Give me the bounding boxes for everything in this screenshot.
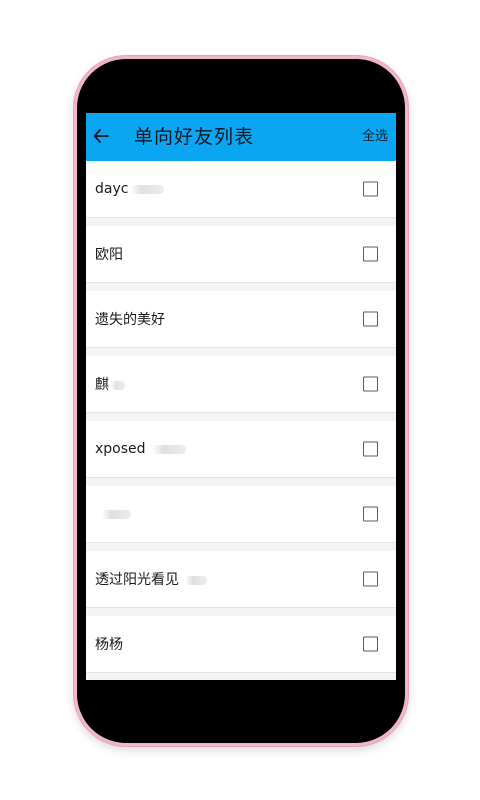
select-all-button[interactable]: 全选: [362, 129, 388, 145]
friend-name: dayc: [95, 181, 165, 197]
checkbox-unchecked-icon[interactable]: [363, 311, 378, 327]
friend-name: [95, 506, 131, 522]
checkbox-unchecked-icon[interactable]: [363, 506, 378, 522]
friend-name: 麒: [95, 374, 125, 394]
list-item[interactable]: 遗失的美好: [86, 291, 396, 348]
checkbox-unchecked-icon[interactable]: [363, 246, 378, 262]
checkbox-unchecked-icon[interactable]: [363, 441, 378, 457]
app-screen: 单向好友列表 全选 dayc 欧阳 遗失的美好 麒 xposed 透过阳光看见 …: [86, 113, 396, 680]
list-item[interactable]: xposed: [86, 421, 396, 478]
arrow-left-icon: [93, 129, 109, 143]
friend-name: 欧阳: [95, 247, 123, 263]
friend-list: dayc 欧阳 遗失的美好 麒 xposed 透过阳光看见 杨杨: [86, 161, 396, 680]
list-item[interactable]: 杨杨: [86, 616, 396, 673]
checkbox-unchecked-icon[interactable]: [363, 636, 378, 652]
friend-name: xposed: [95, 441, 186, 457]
list-item[interactable]: 透过阳光看见: [86, 551, 396, 608]
list-item[interactable]: dayc: [86, 161, 396, 218]
list-item[interactable]: [86, 486, 396, 543]
checkbox-unchecked-icon[interactable]: [363, 376, 378, 392]
page-title: 单向好友列表: [134, 126, 255, 148]
friend-name: 遗失的美好: [95, 312, 165, 328]
friend-name: 透过阳光看见: [95, 569, 207, 589]
app-bar: 单向好友列表 全选: [86, 113, 396, 161]
checkbox-unchecked-icon[interactable]: [363, 571, 378, 587]
friend-name: 杨杨: [95, 637, 123, 653]
back-button[interactable]: [88, 123, 114, 149]
checkbox-unchecked-icon[interactable]: [363, 181, 378, 197]
list-item[interactable]: 麒: [86, 356, 396, 413]
list-item[interactable]: 欧阳: [86, 226, 396, 283]
